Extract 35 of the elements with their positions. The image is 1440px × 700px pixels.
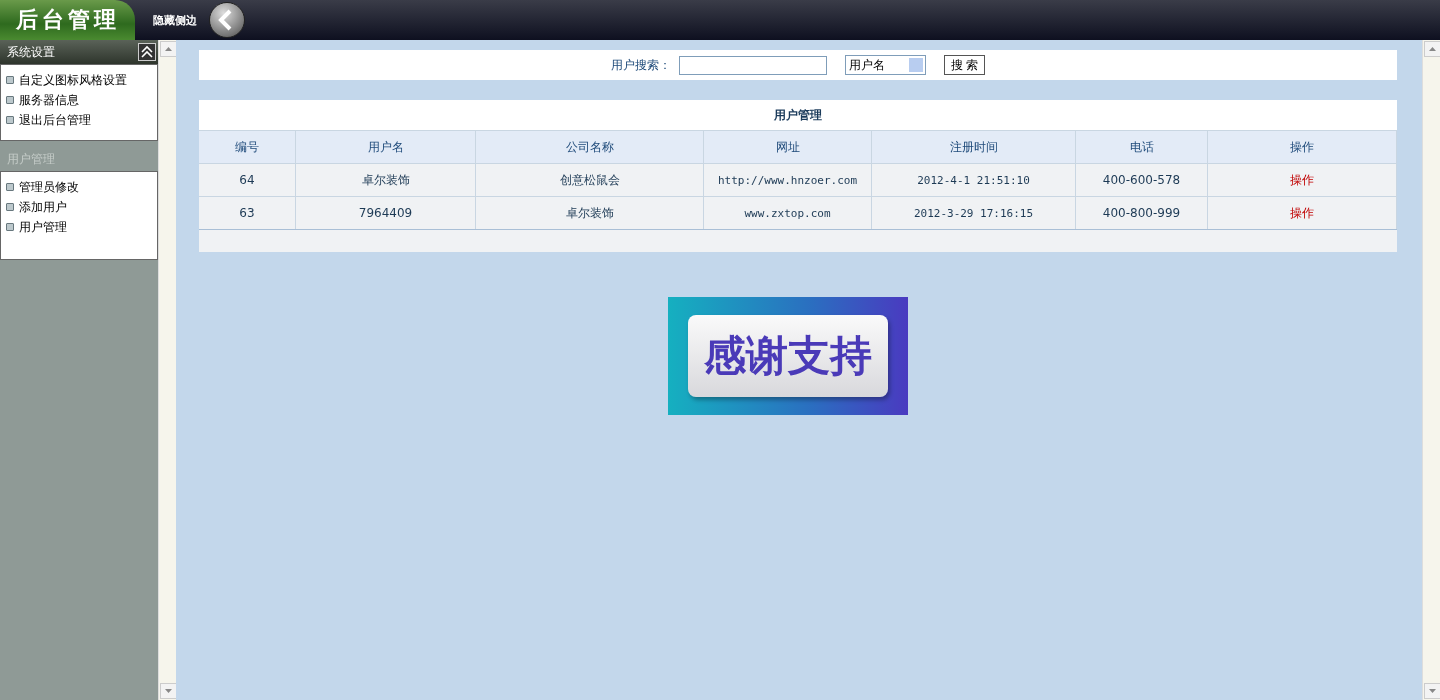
search-label: 用户搜索：	[610, 56, 671, 74]
table-cell: 2012-4-1 21:51:10	[872, 163, 1076, 196]
sidebar-item[interactable]: 自定义图标风格设置	[6, 70, 157, 90]
column-header: 公司名称	[476, 130, 704, 163]
sidebar-item[interactable]: 管理员修改	[6, 177, 157, 197]
table-cell: http://www.hnzoer.com	[704, 163, 872, 196]
sidebar-section-header[interactable]: 系统设置	[0, 40, 158, 64]
table-cell: 卓尔装饰	[296, 163, 476, 196]
sidebar-item[interactable]: 用户管理	[6, 217, 157, 237]
table-title: 用户管理	[199, 100, 1397, 130]
column-header: 用户名	[296, 130, 476, 163]
action-link[interactable]: 操作	[1290, 204, 1314, 222]
sidebar-item[interactable]: 退出后台管理	[6, 110, 157, 130]
search-type-dropdown[interactable]: 用户名	[844, 55, 926, 75]
search-button[interactable]: 搜 索	[943, 55, 986, 75]
column-header: 网址	[704, 130, 872, 163]
thanks-banner: 感谢支持	[668, 297, 908, 415]
table-cell: 63	[199, 196, 296, 229]
table-cell: 7964409	[296, 196, 476, 229]
column-header: 编号	[199, 130, 296, 163]
table-cell: 2012-3-29 17:16:15	[872, 196, 1076, 229]
sidebar-item[interactable]: 服务器信息	[6, 90, 157, 110]
table-cell: 卓尔装饰	[476, 196, 704, 229]
table-cell: 创意松鼠会	[476, 163, 704, 196]
column-header: 注册时间	[872, 130, 1076, 163]
column-header: 电话	[1076, 130, 1208, 163]
table-cell: 64	[199, 163, 296, 196]
action-link[interactable]: 操作	[1290, 171, 1314, 189]
table-cell: www.zxtop.com	[704, 196, 872, 229]
hide-sidebar-link[interactable]: 隐藏侧边	[153, 12, 197, 28]
table-cell: 400-800-999	[1076, 196, 1208, 229]
table-cell: 400-600-578	[1076, 163, 1208, 196]
app-logo: 后台管理	[0, 0, 135, 40]
column-header: 操作	[1208, 130, 1397, 163]
sidebar-item[interactable]: 添加用户	[6, 197, 157, 217]
